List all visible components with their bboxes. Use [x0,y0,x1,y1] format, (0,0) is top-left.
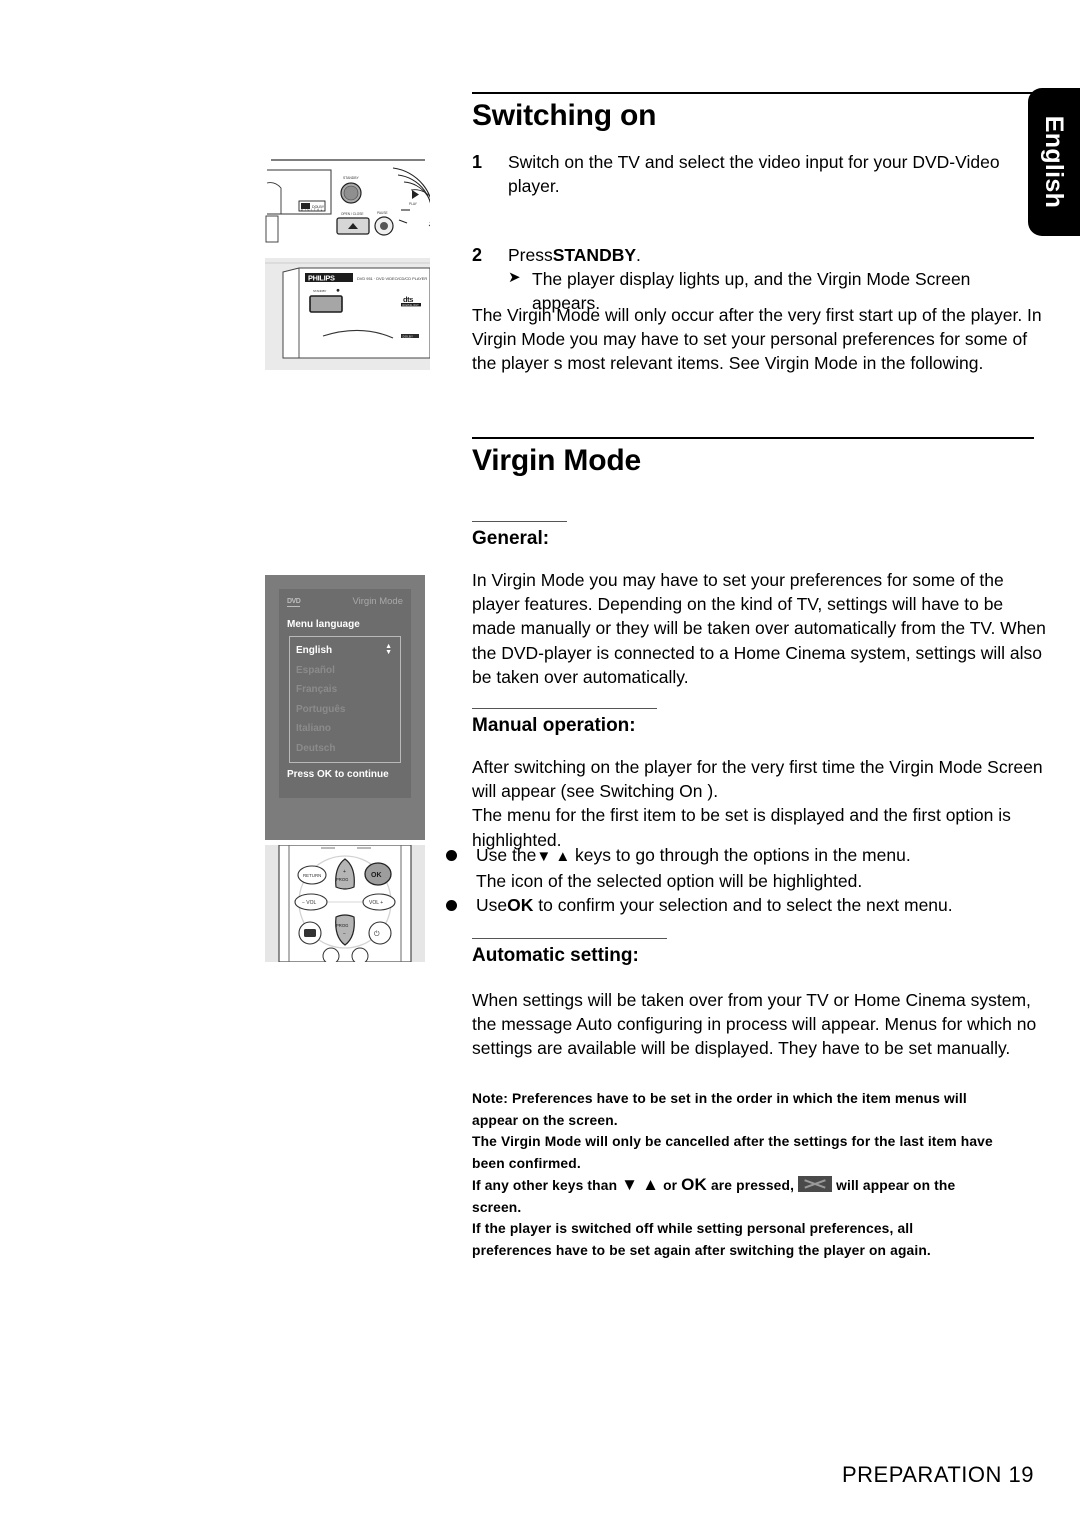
subsection-rule [472,708,657,709]
bullet-dot-icon [446,850,457,861]
manual-operation-body: After switching on the player for the ve… [472,755,1050,852]
subsection-title: Automatic setting: [472,945,639,966]
paragraph-text: In Virgin Mode you may have to set your … [472,570,1046,687]
up-arrow-icon: ▲ [642,1175,660,1194]
svg-text:dts: dts [403,295,413,304]
updown-keys-icon: ▼ ▲ [536,848,571,865]
bullet-text-before: Use the [476,845,537,865]
step-1: 1 Switch on the TV and select the video … [472,150,1052,198]
svg-text:OK: OK [371,872,382,879]
svg-text:+: + [343,869,346,875]
subsection-title: Manual operation: [472,715,636,736]
subsection-general: General: [472,521,1034,550]
page-title: Switching on [472,99,657,132]
osd-title: Virgin Mode [352,596,403,607]
note-text-mid: or [659,1178,682,1193]
osd-menu-label: Menu language [287,619,360,630]
subsection-manual-operation: Manual operation: [472,708,1034,737]
osd-option-italiano: Italiano [296,723,332,734]
ok-key-label: OK [507,895,534,916]
osd-option-label: English [296,645,333,656]
section-title-virgin-mode: Virgin Mode [472,444,641,477]
paragraph-text: The Virgin Mode will only occur after th… [472,305,1042,374]
svg-text:RETURN: RETURN [303,873,321,878]
standby-key-label: STANDBY [552,245,637,265]
paragraph-text: When settings will be taken over from yo… [472,990,1037,1059]
dvd-logo-icon: DVD [287,598,301,607]
illustration-front-panel: DOLBY D I G I T A L STANDBY OPEN / CLOSE… [265,148,437,248]
subsection-title: General: [472,528,550,549]
osd-option-deutsch: Deutsch [296,742,336,754]
section-rule [472,437,1034,439]
manual-operation-bullets: Use the▼ ▲ keys to go through the option… [440,843,1050,918]
bullet-text-after: to confirm your selection and to select … [533,895,953,916]
bullet-text-before: Use [476,895,508,916]
prohibited-icon [798,1176,833,1192]
svg-text:STANDBY: STANDBY [343,176,360,180]
note-item-switched-off: If the player is switched off while sett… [472,1221,931,1258]
osd-header: DVD Virgin Mode [287,596,403,612]
step-number: 1 [472,152,483,172]
osd-language-list: English ▲ ▼ Español Français Português It… [289,636,401,763]
step-text: Press [508,245,553,265]
notes-block: Note: Preferences have to be set in the … [472,1088,997,1261]
bullet-text-after: keys to go through the options in the me… [570,845,911,865]
step-text-after: . [636,245,641,265]
svg-text:PROG: PROG [336,923,348,928]
osd-option-english: English ▲ ▼ [296,641,394,661]
bullet-subtext: The icon of the selected option will be … [476,871,863,892]
updown-arrows-icon: ▲ ▼ [385,643,392,656]
note-text-part2: are pressed, [706,1178,795,1193]
osd-option-espanol: Español [296,664,335,676]
illustration-virgin-mode-screen: DVD Virgin Mode Menu language English ▲ ▼… [265,575,425,840]
svg-text:PAUSE: PAUSE [377,211,388,215]
svg-text:⏻: ⏻ [374,930,380,938]
svg-text:−: − [343,931,346,937]
svg-text:− VOL: − VOL [302,900,317,906]
bullet-item-confirm: UseOK to confirm your selection and to s… [440,893,1050,917]
bullet-dot-icon [446,900,457,912]
section-virgin-mode: Virgin Mode [472,437,1034,478]
osd-option-portugues: Português [296,703,346,715]
virgin-mode-osd: DVD Virgin Mode Menu language English ▲ ▼… [279,589,411,798]
automatic-setting-paragraph: When settings will be taken over from yo… [472,988,1057,1061]
svg-text:PHILIPS: PHILIPS [308,274,335,283]
subsection-automatic-setting: Automatic setting: [472,938,1034,967]
note-text: Preferences have to be set in the order … [472,1091,967,1128]
paragraph-text-1: After switching on the player for the ve… [472,757,1043,802]
subsection-rule [472,938,667,939]
svg-text:DVD 951 · DVD VIDEO/CD/CD PLA: DVD 951 · DVD VIDEO/CD/CD PLAYER [357,276,427,281]
svg-text:DIGITAL OUT: DIGITAL OUT [403,304,420,307]
subsection-rule [472,521,567,522]
language-tab-label: English [1040,115,1068,209]
note-text-part1: If any other keys than [472,1178,622,1193]
illustration-philips-panel: PHILIPS DVD 951 · DVD VIDEO/CD/CD PLAYER… [265,258,431,370]
note-item-keys: If any other keys than ▼ ▲ or OK are pre… [472,1174,997,1218]
svg-text:D I G I T A L: D I G I T A L [301,208,323,212]
section-switching-on: Switching on [472,92,1034,133]
osd-option-francais: Français [296,684,338,695]
section-rule [472,92,1034,94]
note-lead-label: Note: [472,1091,509,1106]
note-item-cancel: The Virgin Mode will only be cancelled a… [472,1134,993,1171]
svg-text:DOLBY: DOLBY [403,334,414,338]
switching-on-paragraph: The Virgin Mode will only occur after th… [472,303,1052,376]
svg-text:PLAY: PLAY [409,202,418,206]
svg-text:VOL +: VOL + [369,900,383,906]
step-number: 2 [472,245,483,265]
down-arrow-icon: ▼ [621,1175,639,1194]
svg-text:OPEN / CLOSE: OPEN / CLOSE [341,212,364,216]
general-paragraph: In Virgin Mode you may have to set your … [472,568,1050,689]
svg-text:STANDBY: STANDBY [313,289,327,293]
bullet-item-navigate: Use the▼ ▲ keys to go through the option… [440,843,1050,869]
illustration-remote-control: RETURN OK + PROG PROG − − VOL VOL + ⏻ [265,844,425,965]
step-text: Switch on the TV and select the video in… [508,152,1000,197]
ok-key-icon: OK [681,1175,707,1194]
note-item-order: Note: Preferences have to be set in the … [472,1088,997,1131]
osd-footer-hint: Press OK to continue [287,769,389,780]
result-arrow-icon: ➤ [508,269,521,287]
page-footer: PREPARATION 19 [841,1462,1034,1487]
language-tab: English [1028,88,1080,236]
svg-text:PROG: PROG [336,877,348,882]
